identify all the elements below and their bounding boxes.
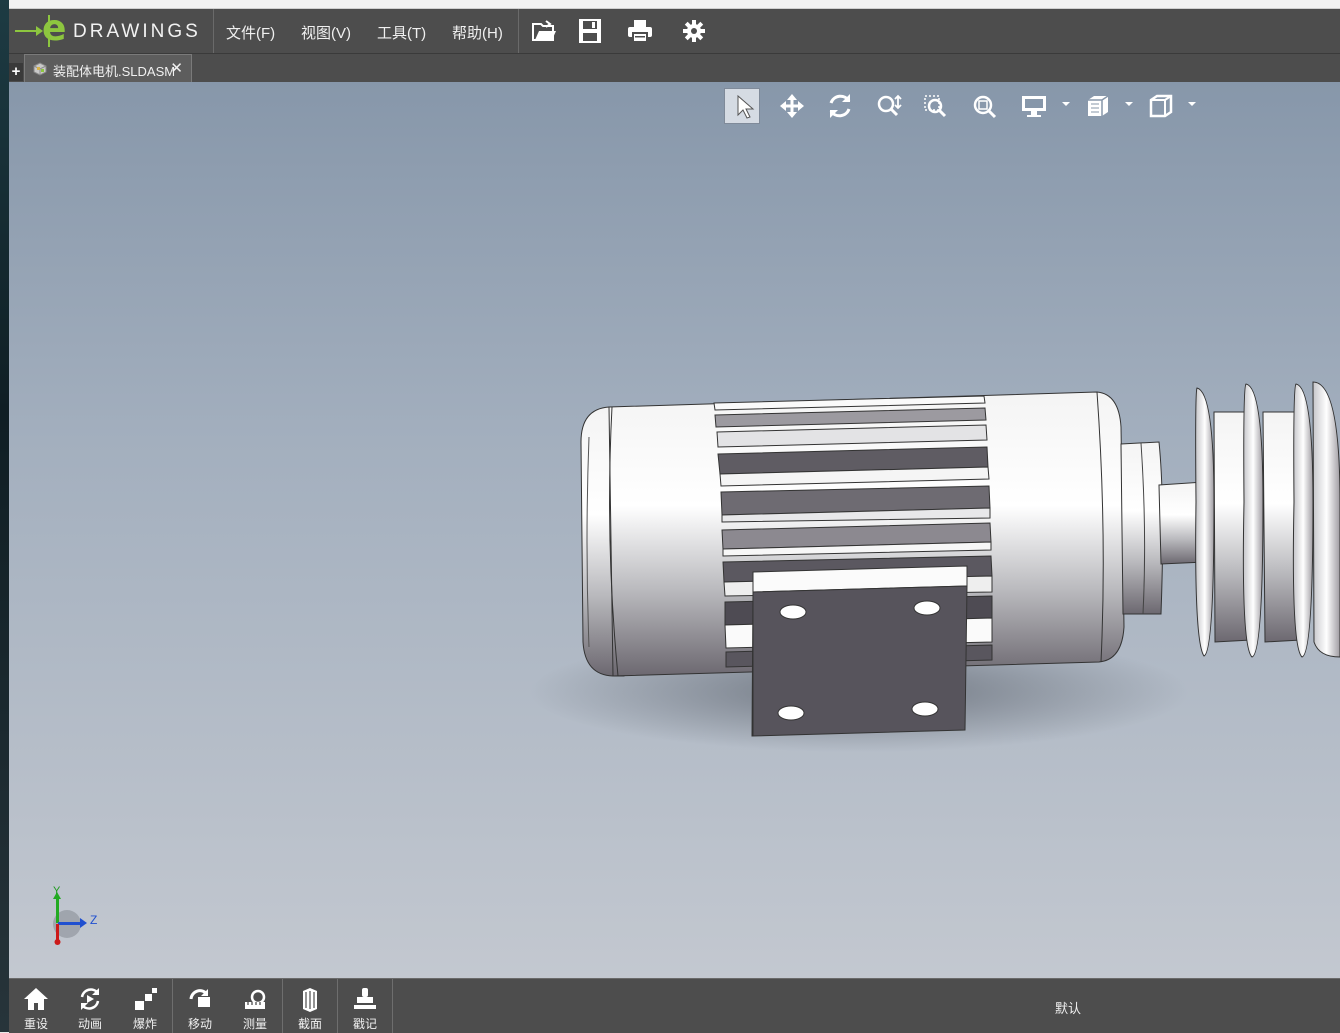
stamp-icon bbox=[354, 988, 376, 1009]
measure-icon bbox=[245, 989, 266, 1009]
assembly-icon bbox=[33, 62, 47, 76]
menu-tools[interactable]: 工具(T) bbox=[377, 22, 426, 43]
animate-button[interactable]: 动画 bbox=[63, 979, 117, 1033]
axis-y-label: Y bbox=[53, 885, 61, 897]
home-icon bbox=[24, 988, 48, 1010]
close-tab-icon[interactable]: ✕ bbox=[170, 59, 183, 77]
logo-arrow-icon bbox=[15, 26, 43, 36]
configuration-label[interactable]: 默认 bbox=[1055, 998, 1081, 1017]
animate-label: 动画 bbox=[77, 1017, 102, 1031]
toolbar-divider bbox=[213, 9, 214, 53]
main-toolbar: e DRAWINGS 文件(F) 视图(V) 工具(T) 帮助(H) bbox=[9, 8, 1340, 54]
motor-assembly-model[interactable] bbox=[9, 82, 1340, 978]
settings-icon[interactable] bbox=[680, 17, 708, 45]
document-tab-bar: + 装配体电机.SLDASM ✕ bbox=[9, 54, 1340, 82]
move-label: 移动 bbox=[187, 1017, 212, 1031]
open-icon[interactable] bbox=[530, 17, 558, 45]
explode-icon bbox=[135, 988, 157, 1010]
axis-z-label: Z bbox=[90, 913, 98, 927]
stamp-label: 戳记 bbox=[352, 1017, 377, 1031]
section-button[interactable]: 截面 bbox=[283, 979, 337, 1033]
explode-label: 爆炸 bbox=[132, 1017, 157, 1031]
logo-wordmark: DRAWINGS bbox=[73, 21, 201, 42]
explode-button[interactable]: 爆炸 bbox=[118, 979, 172, 1033]
menu-view[interactable]: 视图(V) bbox=[301, 22, 351, 43]
logo-letter: e bbox=[42, 8, 67, 49]
reset-label: 重设 bbox=[23, 1017, 48, 1031]
menu-file[interactable]: 文件(F) bbox=[226, 22, 275, 43]
window-top-edge bbox=[9, 0, 1340, 9]
save-icon[interactable] bbox=[576, 17, 604, 45]
measure-button[interactable]: 测量 bbox=[228, 979, 282, 1033]
new-tab-button[interactable]: + bbox=[9, 63, 23, 81]
move-icon bbox=[189, 989, 210, 1007]
toolbar-divider bbox=[392, 979, 393, 1033]
move-button[interactable]: 移动 bbox=[173, 979, 227, 1033]
reset-button[interactable]: 重设 bbox=[9, 979, 63, 1033]
document-tab[interactable]: 装配体电机.SLDASM ✕ bbox=[24, 54, 192, 82]
desktop-edge bbox=[0, 0, 9, 1032]
bottom-toolbar: 重设 动画 爆炸 移动 测量 截面 戳记 默认 bbox=[9, 978, 1340, 1033]
stamp-button[interactable]: 戳记 bbox=[338, 979, 392, 1033]
menu-help[interactable]: 帮助(H) bbox=[452, 22, 503, 43]
print-icon[interactable] bbox=[626, 17, 654, 45]
measure-label: 测量 bbox=[242, 1017, 267, 1031]
animate-icon bbox=[80, 988, 100, 1010]
toolbar-divider bbox=[518, 9, 519, 53]
edrawings-logo: e DRAWINGS bbox=[15, 8, 211, 49]
3d-viewport[interactable]: Y Z bbox=[9, 82, 1340, 978]
section-label: 截面 bbox=[297, 1017, 322, 1031]
section-icon bbox=[303, 988, 317, 1012]
document-tab-label: 装配体电机.SLDASM bbox=[53, 64, 176, 79]
